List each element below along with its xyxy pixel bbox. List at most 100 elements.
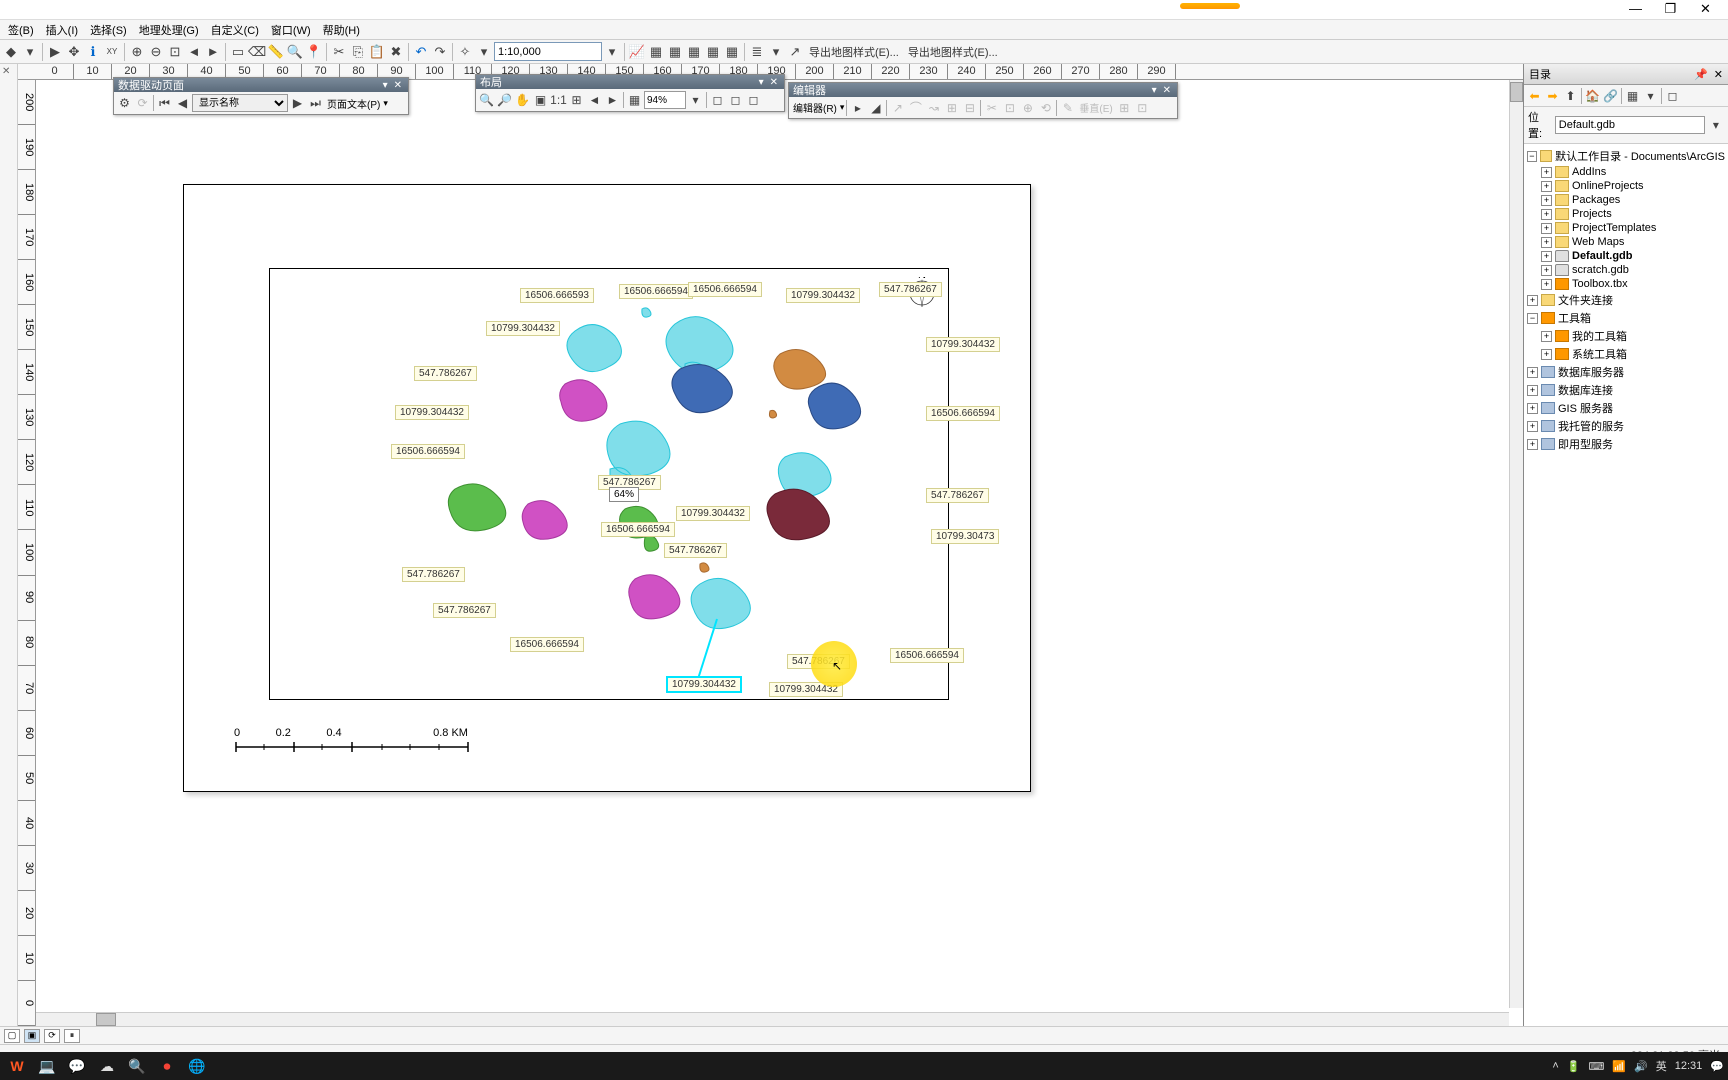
editor-t2-icon[interactable]: ⌒ bbox=[907, 99, 924, 116]
dropdown-icon[interactable]: ▾ bbox=[21, 43, 39, 61]
toolbar-title[interactable]: 布局 ▾✕ bbox=[476, 75, 784, 89]
add-data-icon[interactable]: ◆ bbox=[2, 43, 20, 61]
expand-icon[interactable]: + bbox=[1527, 421, 1538, 432]
vertical-scrollbar[interactable] bbox=[1509, 80, 1523, 1008]
volume-icon[interactable]: 🔊 bbox=[1634, 1060, 1648, 1073]
location-dd-icon[interactable]: ▾ bbox=[1708, 117, 1724, 134]
copy-icon[interactable]: ⎘ bbox=[349, 43, 367, 61]
ddp-first-icon[interactable]: ⏮ bbox=[156, 95, 173, 112]
tree-folder[interactable]: +Packages bbox=[1527, 193, 1725, 207]
expand-icon[interactable]: + bbox=[1527, 295, 1538, 306]
ddp-name-select[interactable]: 显示名称 bbox=[192, 94, 288, 112]
keyboard-icon[interactable]: ⌨ bbox=[1588, 1060, 1604, 1073]
tree-root[interactable]: −默认工作目录 - Documents\ArcGIS bbox=[1527, 147, 1725, 165]
map-label[interactable]: 16506.666594 bbox=[619, 284, 693, 299]
layout-toolbar[interactable]: 布局 ▾✕ 🔍 🔎 ✋ ▣ 1:1 ⊞ ◄ ► ▦ ▾ ◻ ◻ ◻ bbox=[475, 74, 785, 112]
toolbar-title[interactable]: 数据驱动页面 ▾✕ bbox=[114, 78, 408, 92]
tree-server[interactable]: +我托管的服务 bbox=[1527, 417, 1725, 435]
editor-t1-icon[interactable]: ↗ bbox=[889, 99, 906, 116]
expand-icon[interactable]: + bbox=[1527, 403, 1538, 414]
full-extent-icon[interactable]: ⊡ bbox=[166, 43, 184, 61]
ddp-pagetext[interactable]: 页面文本(P) bbox=[325, 96, 382, 111]
map-label[interactable]: 10799.304432 bbox=[486, 321, 560, 336]
record-icon[interactable]: ⏺ bbox=[154, 1054, 180, 1078]
tree-toolbox-tbx[interactable]: +Toolbox.tbx bbox=[1527, 277, 1725, 291]
layers-icon[interactable]: ≣ bbox=[748, 43, 766, 61]
ddp-next-icon[interactable]: ▶ bbox=[289, 95, 306, 112]
layout-fwd-icon[interactable]: ► bbox=[604, 92, 621, 109]
table1-icon[interactable]: ▦ bbox=[647, 43, 665, 61]
editor-edit-icon[interactable]: ◢ bbox=[867, 99, 884, 116]
tree-folder[interactable]: +ProjectTemplates bbox=[1527, 221, 1725, 235]
battery-icon[interactable]: 🔋 bbox=[1567, 1060, 1581, 1073]
editor-t7-icon[interactable]: ⊡ bbox=[1001, 99, 1018, 116]
app5-icon[interactable]: 🔍 bbox=[124, 1054, 150, 1078]
layout-b-icon[interactable]: ◻ bbox=[727, 92, 744, 109]
map-label[interactable]: 16506.666594 bbox=[391, 444, 465, 459]
cat-toggle-icon[interactable]: ◻ bbox=[1664, 87, 1681, 104]
layout-zoom-dd-icon[interactable]: ▾ bbox=[687, 92, 704, 109]
map-label[interactable]: 16506.666594 bbox=[688, 282, 762, 297]
menu-window[interactable]: 窗口(W) bbox=[265, 20, 317, 40]
expand-icon[interactable]: + bbox=[1541, 349, 1552, 360]
editor-t12-icon[interactable]: ⊡ bbox=[1134, 99, 1151, 116]
tree-default-gdb[interactable]: +Default.gdb bbox=[1527, 249, 1725, 263]
map-label[interactable]: 16506.666594 bbox=[890, 648, 964, 663]
menu-select[interactable]: 选择(S) bbox=[84, 20, 133, 40]
cat-home-icon[interactable]: 🏠 bbox=[1584, 87, 1601, 104]
tray-up-icon[interactable]: ˄ bbox=[1552, 1060, 1558, 1072]
layout-pan-icon[interactable]: ✋ bbox=[514, 92, 531, 109]
layout-whole-icon[interactable]: ▣ bbox=[532, 92, 549, 109]
catalog-tree[interactable]: −默认工作目录 - Documents\ArcGIS +AddIns+Onlin… bbox=[1524, 144, 1728, 1026]
expand-icon[interactable]: + bbox=[1527, 439, 1538, 450]
horizontal-scrollbar[interactable] bbox=[36, 1012, 1509, 1026]
tree-my-toolbox[interactable]: +我的工具箱 bbox=[1527, 327, 1725, 345]
tree-toolboxes[interactable]: −工具箱 bbox=[1527, 309, 1725, 327]
tree-scratch-gdb[interactable]: +scratch.gdb bbox=[1527, 263, 1725, 277]
expand-icon[interactable]: + bbox=[1541, 167, 1552, 178]
cat-up-icon[interactable]: ⬆ bbox=[1562, 87, 1579, 104]
layout-c-icon[interactable]: ◻ bbox=[745, 92, 762, 109]
map-data-frame[interactable]: N bbox=[269, 268, 949, 700]
wand-icon[interactable]: ✧ bbox=[456, 43, 474, 61]
expand-icon[interactable]: + bbox=[1541, 181, 1552, 192]
goto-icon[interactable]: 📍 bbox=[305, 43, 323, 61]
layout-zoomin-icon[interactable]: 🔍 bbox=[478, 92, 495, 109]
redo-icon[interactable]: ↷ bbox=[431, 43, 449, 61]
pointer-icon[interactable]: ▶ bbox=[46, 43, 64, 61]
editor-play-icon[interactable]: ▸ bbox=[849, 99, 866, 116]
find-icon[interactable]: 🔍 bbox=[286, 43, 304, 61]
tree-server[interactable]: +GIS 服务器 bbox=[1527, 399, 1725, 417]
expand-icon[interactable]: + bbox=[1541, 237, 1552, 248]
tree-folder[interactable]: +Projects bbox=[1527, 207, 1725, 221]
layout-zoomout-icon[interactable]: 🔎 bbox=[496, 92, 513, 109]
menu-insert[interactable]: 插入(I) bbox=[40, 20, 84, 40]
map-label[interactable]: 547.786267 bbox=[433, 603, 496, 618]
expand-icon[interactable]: + bbox=[1541, 279, 1552, 290]
export-icon[interactable]: ↗ bbox=[786, 43, 804, 61]
map-label[interactable]: 10799.304432 bbox=[926, 337, 1000, 352]
minimize-button[interactable]: — bbox=[1618, 1, 1653, 19]
layout-a-icon[interactable]: ◻ bbox=[709, 92, 726, 109]
scale-dropdown-icon[interactable]: ▾ bbox=[603, 43, 621, 61]
layout-100-icon[interactable]: 1:1 bbox=[550, 92, 567, 109]
chart-icon[interactable]: 📈 bbox=[628, 43, 646, 61]
toolbar-close-icon[interactable]: ✕ bbox=[392, 80, 404, 91]
cat-view-icon[interactable]: ▦ bbox=[1624, 87, 1641, 104]
info-icon[interactable]: ℹ bbox=[84, 43, 102, 61]
layout-toggle-icon[interactable]: ▦ bbox=[626, 92, 643, 109]
layout-back-icon[interactable]: ◄ bbox=[586, 92, 603, 109]
refresh-icon[interactable]: ⟳ bbox=[44, 1029, 60, 1043]
cat-connect-icon[interactable]: 🔗 bbox=[1602, 87, 1619, 104]
tree-folder[interactable]: +OnlineProjects bbox=[1527, 179, 1725, 193]
catalog-header[interactable]: 目录 📌✕ bbox=[1524, 64, 1728, 85]
layout-view-icon[interactable]: ▣ bbox=[24, 1029, 40, 1043]
cat-fwd-icon[interactable]: ➡ bbox=[1544, 87, 1561, 104]
layout-page[interactable]: N bbox=[183, 184, 1031, 792]
editor-t11-icon[interactable]: ⊞ bbox=[1116, 99, 1133, 116]
map-label[interactable]: 10799.304432 bbox=[666, 676, 742, 693]
pause-icon[interactable]: ⏸ bbox=[64, 1029, 80, 1043]
collapse-icon[interactable]: − bbox=[1527, 313, 1538, 324]
ime-indicator[interactable]: 英 bbox=[1656, 1058, 1667, 1074]
toolbar-title[interactable]: 编辑器 ▾✕ bbox=[789, 83, 1177, 97]
